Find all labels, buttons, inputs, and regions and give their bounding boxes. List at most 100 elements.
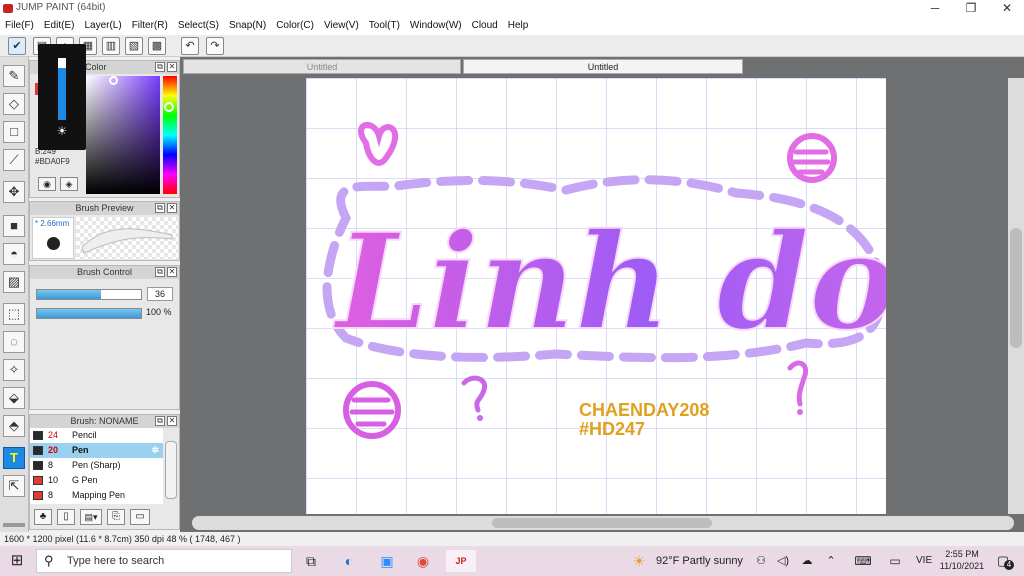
- signature-line-1: CHAENDAY208: [579, 400, 709, 420]
- panel-close-icon[interactable]: ✕: [167, 267, 177, 277]
- brush-item-mapping-pen[interactable]: 8 Mapping Pen: [30, 488, 163, 503]
- select-rect-icon[interactable]: ⬚: [3, 303, 25, 325]
- search-icon: ⚲: [44, 553, 54, 568]
- taskbar-search-box[interactable]: ⚲ Type here to search: [36, 549, 292, 573]
- jump-paint-taskbar-icon[interactable]: JP: [446, 550, 476, 572]
- brush-folder-open-icon[interactable]: ▭: [130, 509, 150, 525]
- panel-detach-icon[interactable]: ⧉: [155, 416, 165, 426]
- select-eraser-icon[interactable]: ⬘: [3, 415, 25, 437]
- menu-edit[interactable]: Edit(E): [39, 17, 80, 35]
- panel-close-icon[interactable]: ✕: [167, 203, 177, 213]
- people-icon[interactable]: ⚇: [750, 550, 772, 572]
- brush-item-pen-sharp[interactable]: 8 Pen (Sharp): [30, 458, 163, 473]
- tab-untitled-2[interactable]: Untitled: [463, 59, 743, 74]
- clock-time[interactable]: 2:55 PM: [944, 549, 980, 559]
- brush-item-g-pen[interactable]: 10 G Pen: [30, 473, 163, 488]
- bucket-tool-icon[interactable]: ◓: [3, 243, 25, 265]
- menu-filter[interactable]: Filter(R): [127, 17, 173, 35]
- menu-select[interactable]: Select(S): [173, 17, 224, 35]
- brush-tool-icon[interactable]: ✎: [3, 65, 25, 87]
- menu-cloud[interactable]: Cloud: [467, 17, 503, 35]
- menu-help[interactable]: Help: [503, 17, 534, 35]
- fill-rect-tool-icon[interactable]: ■: [3, 215, 25, 237]
- panel-detach-icon[interactable]: ⧉: [155, 203, 165, 213]
- color-hex-value: #BDA0F9: [35, 157, 70, 166]
- lasso-tool-icon[interactable]: ◌: [3, 331, 25, 353]
- brush-settings-icon[interactable]: ✲: [151, 443, 159, 458]
- document-icon[interactable]: ▥: [102, 37, 120, 55]
- close-button[interactable]: ✕: [990, 0, 1024, 17]
- panel-close-icon[interactable]: ✕: [167, 62, 177, 72]
- volume-icon[interactable]: ◁): [772, 550, 794, 572]
- edge-browser-icon[interactable]: ◐: [338, 550, 360, 572]
- horizontal-scroll-thumb[interactable]: [492, 518, 712, 528]
- drawing-canvas[interactable]: Linh dou CHAENDAY208 #HD247: [306, 78, 886, 514]
- brush-item-size: 24: [48, 430, 59, 440]
- menu-view[interactable]: View(V): [319, 17, 364, 35]
- keyboard-icon[interactable]: ⌨: [852, 550, 874, 572]
- windows-start-icon[interactable]: ⊞: [6, 550, 28, 572]
- menu-snap[interactable]: Snap(N): [224, 17, 271, 35]
- clock-date[interactable]: 11/10/2021: [938, 561, 986, 571]
- magic-wand-icon[interactable]: ✧: [3, 359, 25, 381]
- check-icon[interactable]: ✔: [8, 37, 26, 55]
- zoom-app-icon[interactable]: ▣: [376, 550, 398, 572]
- color-picker-cursor[interactable]: [109, 76, 118, 85]
- brush-item-pencil[interactable]: 24 Pencil: [30, 428, 163, 443]
- brush-size-slider[interactable]: [36, 289, 142, 300]
- rectangle-tool-icon[interactable]: □: [3, 121, 25, 143]
- text-tool-icon[interactable]: T: [3, 447, 25, 469]
- minimize-button[interactable]: ─: [918, 0, 952, 17]
- menu-color[interactable]: Color(C): [271, 17, 319, 35]
- brush-item-size: 8: [48, 490, 54, 500]
- brush-copy-icon[interactable]: ⎘: [107, 509, 125, 525]
- operation-tool-icon[interactable]: ⇱: [3, 475, 25, 497]
- chrome-browser-icon[interactable]: ◉: [412, 550, 434, 572]
- color-swatch-icon[interactable]: ◈: [60, 177, 78, 191]
- undo-icon[interactable]: ↶: [181, 37, 199, 55]
- brush-list-panel: Brush: NONAME ⧉ ✕ 24 Pencil 20 Pen ✲ 8 P…: [29, 414, 180, 530]
- eraser-tool-icon[interactable]: ◇: [3, 93, 25, 115]
- hue-slider[interactable]: [163, 76, 177, 194]
- new-brush-icon[interactable]: ▯: [57, 509, 75, 525]
- brush-list-scrollbar[interactable]: [165, 441, 177, 499]
- input-language[interactable]: VIE: [916, 555, 932, 566]
- vertical-scrollbar[interactable]: [1008, 78, 1024, 514]
- cloud-sync-icon[interactable]: ☁: [796, 550, 818, 572]
- hue-slider-handle[interactable]: [164, 102, 174, 112]
- panel-detach-icon[interactable]: ⧉: [155, 62, 165, 72]
- horizontal-scrollbar[interactable]: [192, 516, 1014, 530]
- select-pen-icon[interactable]: ⬙: [3, 387, 25, 409]
- grid-icon[interactable]: ▩: [148, 37, 166, 55]
- task-view-icon[interactable]: ⧉: [300, 550, 322, 572]
- layers-icon[interactable]: ▧: [125, 37, 143, 55]
- color-wheel-icon[interactable]: ◉: [38, 177, 56, 191]
- restore-button[interactable]: ❐: [954, 0, 988, 17]
- network-icon[interactable]: ▭: [884, 550, 906, 572]
- vertical-scroll-thumb[interactable]: [1010, 228, 1022, 348]
- menu-window[interactable]: Window(W): [405, 17, 467, 35]
- tray-chevron-icon[interactable]: ⌃: [820, 550, 842, 572]
- brush-control-title: Brush Control: [76, 267, 133, 277]
- brush-item-pen[interactable]: 20 Pen ✲: [30, 443, 163, 458]
- move-tool-icon[interactable]: ✥: [3, 181, 25, 203]
- menu-layer[interactable]: Layer(L): [79, 17, 126, 35]
- brush-size-input[interactable]: 36: [147, 287, 173, 301]
- line-tool-icon[interactable]: ⟋: [3, 149, 25, 171]
- tab-untitled-1[interactable]: Untitled: [183, 59, 461, 74]
- menu-tool[interactable]: Tool(T): [364, 17, 405, 35]
- redo-icon[interactable]: ↷: [206, 37, 224, 55]
- brush-item-name: Pen: [72, 445, 89, 455]
- brightness-track[interactable]: [58, 58, 66, 120]
- panel-detach-icon[interactable]: ⧉: [155, 267, 165, 277]
- gradient-tool-icon[interactable]: ▨: [3, 271, 25, 293]
- brush-folder-icon[interactable]: ♣: [34, 509, 52, 525]
- brush-opacity-slider[interactable]: [36, 308, 142, 319]
- menu-file[interactable]: File(F): [0, 17, 39, 35]
- weather-text[interactable]: 92°F Partly sunny: [656, 555, 743, 567]
- color-saturation-field[interactable]: [86, 76, 160, 194]
- brush-menu-icon[interactable]: ▤▾: [80, 509, 102, 525]
- panel-close-icon[interactable]: ✕: [167, 416, 177, 426]
- brush-preview-title: Brush Preview: [75, 203, 134, 213]
- brush-item-name: Pen (Sharp): [72, 460, 121, 470]
